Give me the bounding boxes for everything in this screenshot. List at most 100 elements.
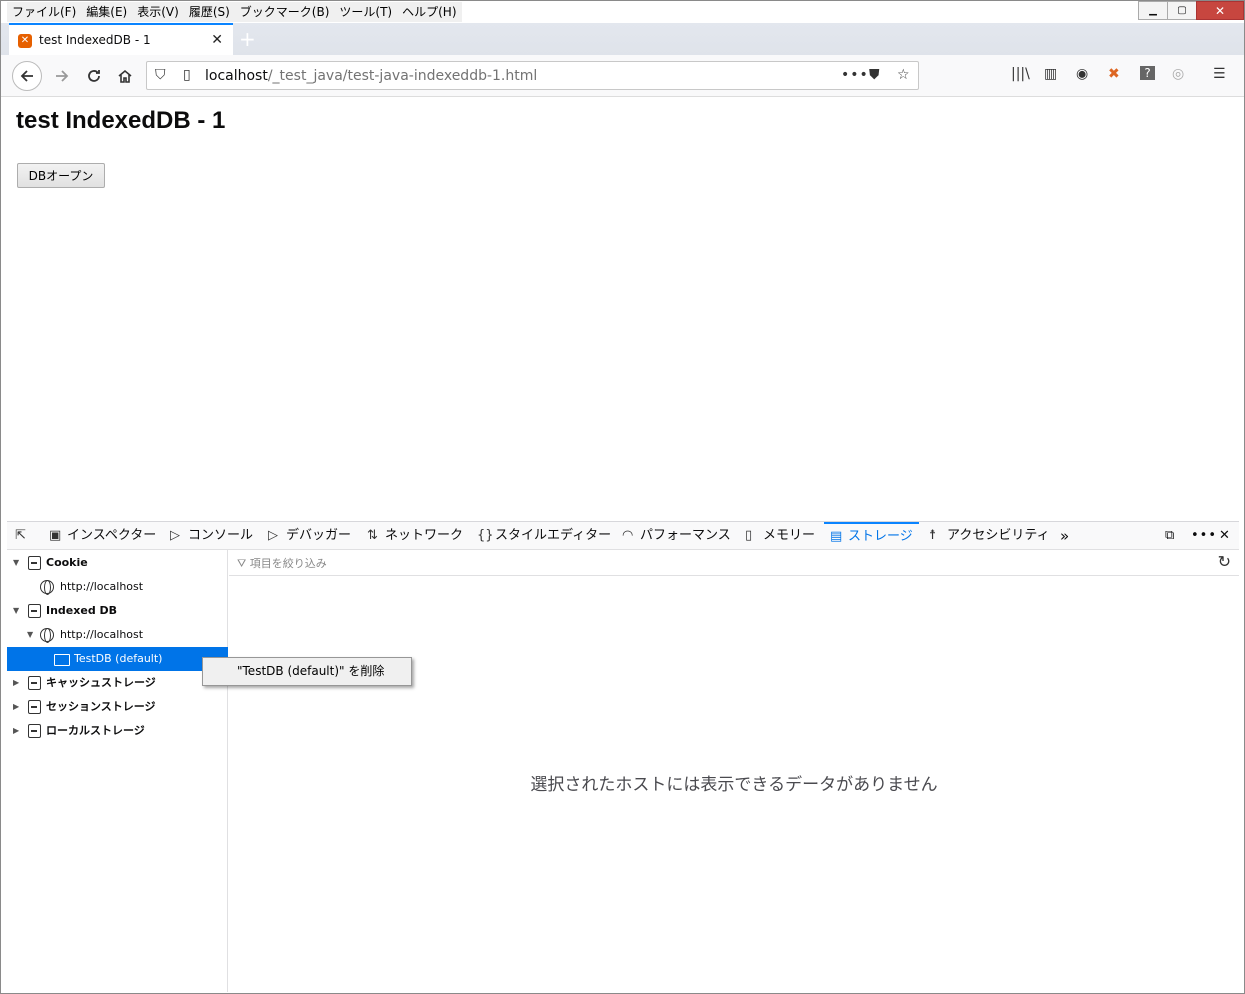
expand-arrow-icon[interactable]: ▼ — [27, 623, 33, 647]
minimize-button[interactable]: ▁ — [1138, 1, 1168, 20]
tab-accessibility[interactable]: ☨ アクセシビリティ — [929, 522, 1050, 550]
tab-memory[interactable]: ▯ メモリー — [745, 522, 815, 550]
tab-label: ネットワーク — [385, 528, 464, 543]
collapse-arrow-icon[interactable]: ▶ — [13, 671, 19, 695]
forward-arrow-icon — [56, 70, 69, 82]
tree-label: TestDB (default) — [74, 652, 163, 665]
tab-performance[interactable]: ◠ パフォーマンス — [622, 522, 731, 550]
storage-tree: ▼ Cookie http://localhost ▼ Indexed DB ▼… — [7, 550, 228, 992]
page-actions-icon[interactable]: ••• — [841, 67, 869, 83]
back-button[interactable] — [12, 61, 42, 91]
help-extension-icon[interactable]: ? — [1140, 66, 1155, 80]
tree-label: http://localhost — [60, 580, 144, 593]
menu-bar: ファイル(F) 編集(E) 表示(V) 履歴(S) ブックマーク(B) ツール(… — [7, 2, 462, 22]
menu-edit[interactable]: 編集(E) — [81, 2, 132, 22]
menu-view[interactable]: 表示(V) — [132, 2, 184, 22]
filter-input[interactable]: ⛛ 項目を絞り込み — [237, 555, 327, 571]
storage-type-icon — [28, 604, 41, 618]
extension-circle-icon[interactable]: ◎ — [1172, 66, 1184, 82]
inspector-icon: ▣ — [49, 528, 62, 543]
storage-icon: ▤ — [830, 529, 843, 544]
tab-close-icon[interactable]: ✕ — [211, 32, 223, 48]
maximize-button[interactable]: ▢ — [1167, 1, 1197, 20]
tab-label: スタイルエディター — [495, 528, 612, 543]
tree-label: Indexed DB — [46, 604, 118, 617]
tab-label: デバッガー — [286, 528, 352, 543]
tree-item-session-storage[interactable]: ▶ セッションストレージ — [7, 695, 228, 719]
reload-button[interactable] — [82, 64, 106, 88]
memory-icon: ▯ — [745, 528, 753, 543]
more-tools-chevron-icon[interactable]: » — [1060, 522, 1069, 550]
storage-type-icon — [28, 676, 41, 690]
tab-active[interactable]: ✕ test IndexedDB - 1 ✕ — [9, 23, 233, 55]
tree-item-cookie-host[interactable]: http://localhost — [7, 575, 228, 599]
bookmark-star-icon[interactable]: ☆ — [897, 67, 910, 83]
close-window-button[interactable]: ✕ — [1196, 1, 1244, 20]
tree-item-idb-host[interactable]: ▼ http://localhost — [7, 623, 228, 647]
pocket-icon[interactable]: ⛊ — [869, 67, 880, 83]
hamburger-menu-icon[interactable]: ☰ — [1213, 66, 1226, 82]
dock-icon[interactable]: ⧉ — [1165, 522, 1174, 550]
style-editor-icon: {} — [477, 528, 494, 543]
menu-help[interactable]: ヘルプ(H) — [397, 2, 461, 22]
filter-icon: ⛛ — [237, 557, 250, 570]
home-button[interactable] — [113, 64, 137, 88]
tree-item-local-storage[interactable]: ▶ ローカルストレージ — [7, 719, 228, 743]
tree-item-indexeddb[interactable]: ▼ Indexed DB — [7, 599, 228, 623]
account-icon[interactable]: ◉ — [1076, 66, 1088, 82]
tab-label: メモリー — [763, 528, 816, 543]
refresh-icon[interactable]: ↻ — [1218, 552, 1231, 571]
xampp-favicon-icon: ✕ — [18, 34, 32, 48]
tree-label: Cookie — [46, 556, 88, 569]
tree-label: セッションストレージ — [46, 700, 156, 713]
devtools-close-icon[interactable]: ✕ — [1219, 522, 1230, 550]
page-content: test IndexedDB - 1 DBオープン — [1, 97, 1244, 521]
page-icon: ▯ — [183, 67, 191, 83]
menu-history[interactable]: 履歴(S) — [184, 2, 235, 22]
folder-icon — [54, 654, 70, 666]
globe-icon — [40, 628, 54, 643]
shield-icon[interactable]: ⛉ — [155, 67, 166, 83]
tab-storage[interactable]: ▤ ストレージ — [824, 522, 919, 550]
tab-label: アクセシビリティ — [947, 528, 1050, 543]
tree-item-cookie[interactable]: ▼ Cookie — [7, 551, 228, 575]
tab-label: ストレージ — [848, 529, 913, 544]
tab-network[interactable]: ⇅ ネットワーク — [367, 522, 463, 550]
expand-arrow-icon[interactable]: ▼ — [13, 599, 19, 623]
tab-label: インスペクター — [67, 528, 157, 543]
menu-bookmarks[interactable]: ブックマーク(B) — [235, 2, 335, 22]
sidebar-icon[interactable]: ▥ — [1044, 66, 1057, 82]
expand-arrow-icon[interactable]: ▼ — [13, 551, 19, 575]
storage-table-area: 選択されたホストには表示できるデータがありません — [229, 576, 1239, 992]
debugger-icon: ▷ — [268, 528, 278, 543]
filter-bar: ⛛ 項目を絞り込み ↻ — [229, 550, 1239, 576]
tree-item-cache-storage[interactable]: ▶ キャッシュストレージ — [7, 671, 228, 695]
collapse-arrow-icon[interactable]: ▶ — [13, 695, 19, 719]
element-picker-icon[interactable]: ⇱ — [15, 522, 33, 550]
devtools-menu-icon[interactable]: ••• — [1191, 522, 1217, 550]
storage-type-icon — [28, 700, 41, 714]
tab-style-editor[interactable]: {}スタイルエディター — [477, 522, 611, 550]
forward-button[interactable] — [50, 64, 74, 88]
tab-inspector[interactable]: ▣ インスペクター — [49, 522, 156, 550]
tree-label: ローカルストレージ — [46, 724, 145, 737]
new-tab-button[interactable]: + — [239, 27, 256, 51]
menu-tools[interactable]: ツール(T) — [334, 2, 397, 22]
extension-x-icon[interactable]: ✖ — [1108, 66, 1120, 82]
reload-icon — [88, 70, 100, 82]
tab-strip: ✕ test IndexedDB - 1 ✕ + — [1, 23, 1244, 55]
url-host: localhost — [205, 68, 268, 84]
tab-debugger[interactable]: ▷ デバッガー — [268, 522, 351, 550]
url-bar[interactable]: ⛉ ▯ localhost/_test_java/test-java-index… — [146, 61, 919, 90]
db-open-button[interactable]: DBオープン — [17, 163, 105, 188]
tree-item-testdb[interactable]: TestDB (default) — [7, 647, 228, 671]
library-icon[interactable]: |||\ — [1011, 66, 1030, 82]
context-menu-delete-db[interactable]: "TestDB (default)" を削除 — [202, 657, 412, 686]
menu-file[interactable]: ファイル(F) — [7, 2, 81, 22]
url-path: /_test_java/test-java-indexeddb-1.html — [267, 68, 538, 84]
collapse-arrow-icon[interactable]: ▶ — [13, 719, 19, 743]
tab-label: パフォーマンス — [640, 528, 731, 543]
home-icon — [118, 69, 132, 83]
tab-console[interactable]: ▷ コンソール — [170, 522, 253, 550]
url-text[interactable]: localhost/_test_java/test-java-indexeddb… — [205, 68, 537, 84]
